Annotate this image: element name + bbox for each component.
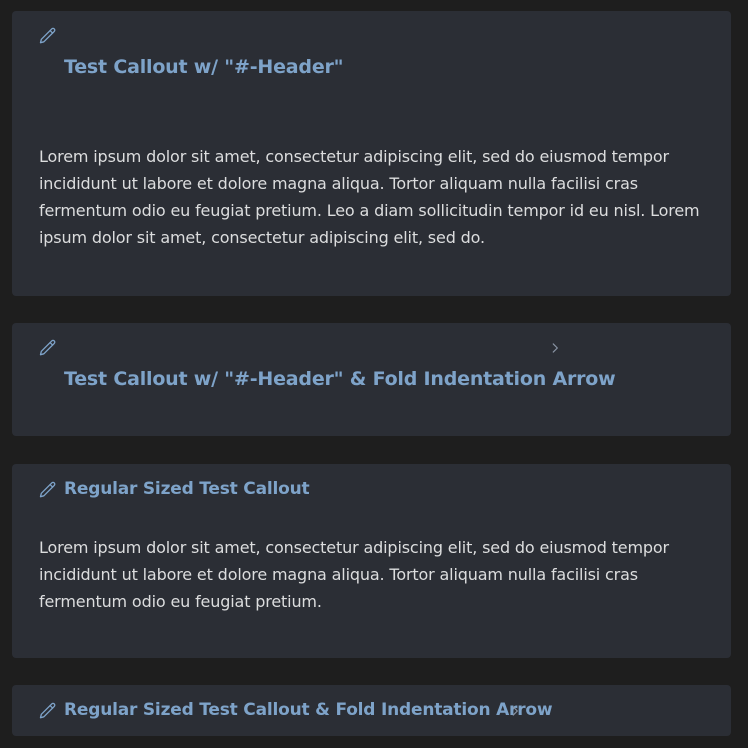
- chevron-right-icon[interactable]: [548, 341, 562, 355]
- callout-title: Test Callout w/ "#-Header" & Fold Indent…: [64, 368, 616, 390]
- callout-body: Lorem ipsum dolor sit amet, consectetur …: [39, 538, 669, 611]
- callout-header: Test Callout w/ "#-Header" Lorem ipsum d…: [12, 11, 731, 296]
- pencil-icon: [38, 338, 58, 358]
- callout-header-foldable[interactable]: Test Callout w/ "#-Header" & Fold Indent…: [12, 323, 731, 436]
- callout-title: Test Callout w/ "#-Header": [64, 56, 344, 78]
- callout-body: Lorem ipsum dolor sit amet, consectetur …: [39, 147, 700, 247]
- callout-title: Regular Sized Test Callout: [64, 479, 310, 499]
- callout-title: Regular Sized Test Callout & Fold Indent…: [64, 700, 553, 720]
- callout-regular: Regular Sized Test Callout Lorem ipsum d…: [12, 464, 731, 658]
- pencil-icon: [38, 26, 58, 46]
- pencil-icon: [38, 701, 58, 721]
- callout-regular-foldable[interactable]: Regular Sized Test Callout & Fold Indent…: [12, 685, 731, 736]
- pencil-icon: [38, 480, 58, 500]
- chevron-right-icon[interactable]: [508, 704, 522, 718]
